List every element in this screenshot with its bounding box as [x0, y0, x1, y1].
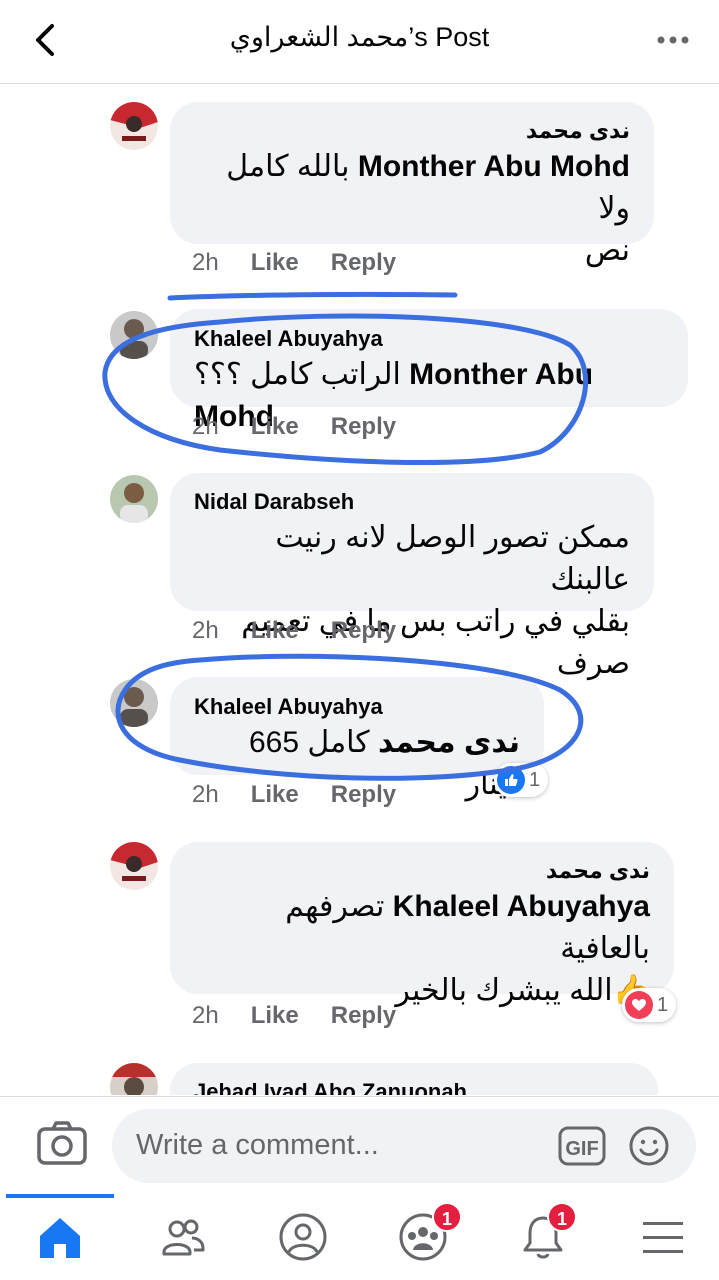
like-button[interactable]: Like: [251, 249, 299, 277]
comment-author[interactable]: ندى محمد: [194, 856, 650, 886]
avatar[interactable]: [110, 842, 158, 890]
tab-notifications[interactable]: 1: [490, 1194, 590, 1280]
avatar[interactable]: [110, 475, 158, 523]
comment-author[interactable]: Khaleel Abuyahya: [194, 692, 520, 722]
reply-button[interactable]: Reply: [331, 617, 396, 645]
avatar[interactable]: [110, 102, 158, 150]
avatar[interactable]: [110, 311, 158, 359]
comment-bubble: Nidal Darabseh ممكن تصور الوصل لانه رنيت…: [170, 473, 654, 680]
more-options-icon[interactable]: [653, 28, 693, 52]
tab-profile[interactable]: [250, 1194, 350, 1280]
home-icon: [40, 1218, 80, 1258]
mention[interactable]: Khaleel Abuyahya: [393, 890, 650, 923]
comment-text: Khaleel Abuyahya تصرفهم بالعافية: [194, 886, 650, 970]
profile-icon: [279, 1213, 327, 1261]
comment-bubble: ندى محمد Khaleel Abuyahya تصرفهم بالعافي…: [170, 842, 674, 1007]
comment-actions: 2h Like Reply: [192, 1002, 396, 1030]
reply-button[interactable]: Reply: [331, 249, 396, 277]
love-icon: [625, 991, 653, 1019]
tab-friends[interactable]: [130, 1194, 230, 1280]
comment-author[interactable]: Nidal Darabseh: [194, 487, 630, 517]
timestamp: 2h: [192, 1002, 219, 1029]
like-button[interactable]: Like: [251, 617, 299, 645]
notification-badge: 1: [432, 1202, 462, 1232]
comment-text-line: الله يبشرك بالخير: [395, 974, 613, 1007]
avatar[interactable]: [110, 679, 158, 727]
reaction-summary[interactable]: 1: [622, 988, 677, 1022]
comment-actions: 2h Like Reply: [192, 413, 396, 441]
mention[interactable]: Monther Abu Mohd: [358, 150, 630, 183]
comment-actions: 2h Like Reply: [192, 781, 396, 809]
reaction-count: 1: [529, 768, 541, 791]
notification-badge: 1: [547, 1202, 577, 1232]
comment-bubble: Khaleel Abuyahya الراتب كامل ؟؟؟ Monther…: [170, 309, 688, 433]
gif-icon[interactable]: GIF: [558, 1126, 606, 1166]
like-button[interactable]: Like: [251, 781, 299, 809]
tab-groups[interactable]: 1: [370, 1194, 470, 1280]
comment-input-placeholder: Write a comment...: [136, 1129, 379, 1161]
comment-bubble: ندى محمد Monther Abu Mohd بالله كامل ولا…: [170, 102, 654, 267]
svg-text:GIF: GIF: [565, 1138, 598, 1160]
like-icon: [497, 766, 525, 794]
comment-bubble: Khaleel Abuyahya ندى محمد كامل 665 دينار: [170, 677, 544, 801]
timestamp: 2h: [192, 413, 219, 440]
comment-text-line: الراتب كامل ؟؟؟: [194, 358, 401, 391]
comment-actions: 2h Like Reply: [192, 249, 396, 277]
comment-text: Monther Abu Mohd بالله كامل ولا: [194, 146, 630, 230]
comment-text-line: ممكن تصور الوصل لانه رنيت عالبنك: [275, 521, 630, 596]
comment-author[interactable]: Khaleel Abuyahya: [194, 324, 664, 354]
timestamp: 2h: [192, 617, 219, 644]
tab-home[interactable]: [0, 1194, 120, 1280]
comment-author[interactable]: Jehad Iyad Abo Zanuonah: [194, 1077, 634, 1095]
menu-icon: [643, 1222, 683, 1253]
reaction-summary[interactable]: 1: [494, 763, 549, 797]
tab-menu[interactable]: [610, 1194, 710, 1280]
timestamp: 2h: [192, 781, 219, 808]
comment-actions: 2h Like Reply: [192, 617, 396, 645]
avatar[interactable]: [110, 1063, 158, 1095]
comment-composer: Write a comment... GIF: [0, 1096, 719, 1194]
timestamp: 2h: [192, 249, 219, 276]
reply-button[interactable]: Reply: [331, 781, 396, 809]
mention[interactable]: ندى محمد: [378, 726, 520, 759]
camera-icon[interactable]: [36, 1119, 88, 1167]
comments-feed: ندى محمد Monther Abu Mohd بالله كامل ولا…: [0, 85, 719, 1095]
like-button[interactable]: Like: [251, 413, 299, 441]
comment-author[interactable]: ندى محمد: [194, 116, 630, 146]
top-bar: محمد الشعراوي’s Post: [0, 0, 719, 84]
reply-button[interactable]: Reply: [331, 1002, 396, 1030]
reply-button[interactable]: Reply: [331, 413, 396, 441]
like-button[interactable]: Like: [251, 1002, 299, 1030]
comment-bubble: Jehad Iyad Abo Zanuonah: [170, 1063, 658, 1095]
comment-input[interactable]: Write a comment... GIF: [112, 1109, 696, 1183]
emoji-icon[interactable]: [628, 1125, 670, 1167]
friends-icon: [162, 1219, 205, 1256]
bottom-tab-bar: 1 1: [0, 1194, 719, 1280]
page-title: محمد الشعراوي’s Post: [229, 22, 490, 52]
back-arrow-icon[interactable]: [30, 22, 60, 58]
active-tab-indicator: [6, 1194, 114, 1198]
reaction-count: 1: [657, 993, 669, 1016]
